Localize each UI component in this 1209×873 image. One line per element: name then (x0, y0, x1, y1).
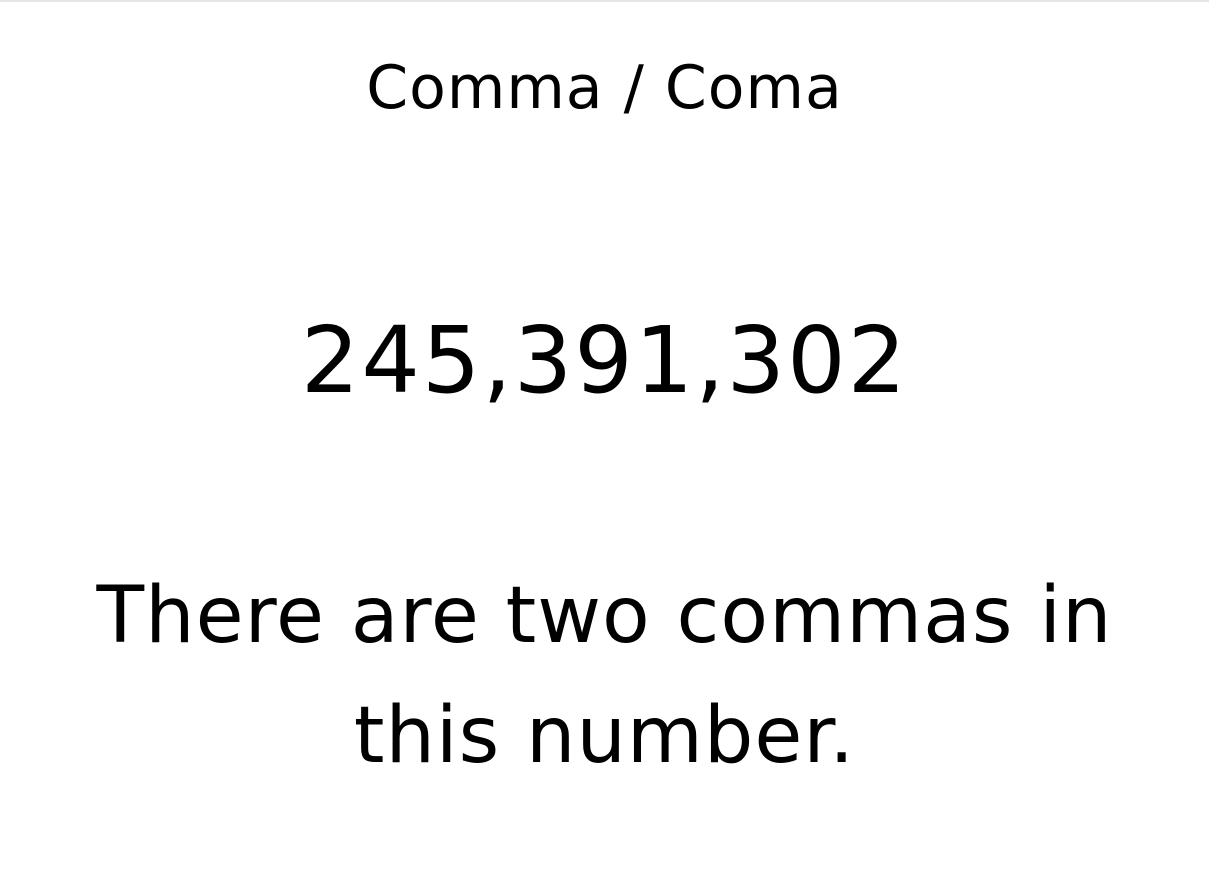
explanation-sentence: There are two commas in this number. (96, 571, 1113, 781)
slide-title: Comma / Coma (366, 53, 843, 123)
slide: Comma / Coma 245,391,302 There are two c… (0, 0, 1209, 873)
example-number: 245,391,302 (300, 307, 909, 414)
